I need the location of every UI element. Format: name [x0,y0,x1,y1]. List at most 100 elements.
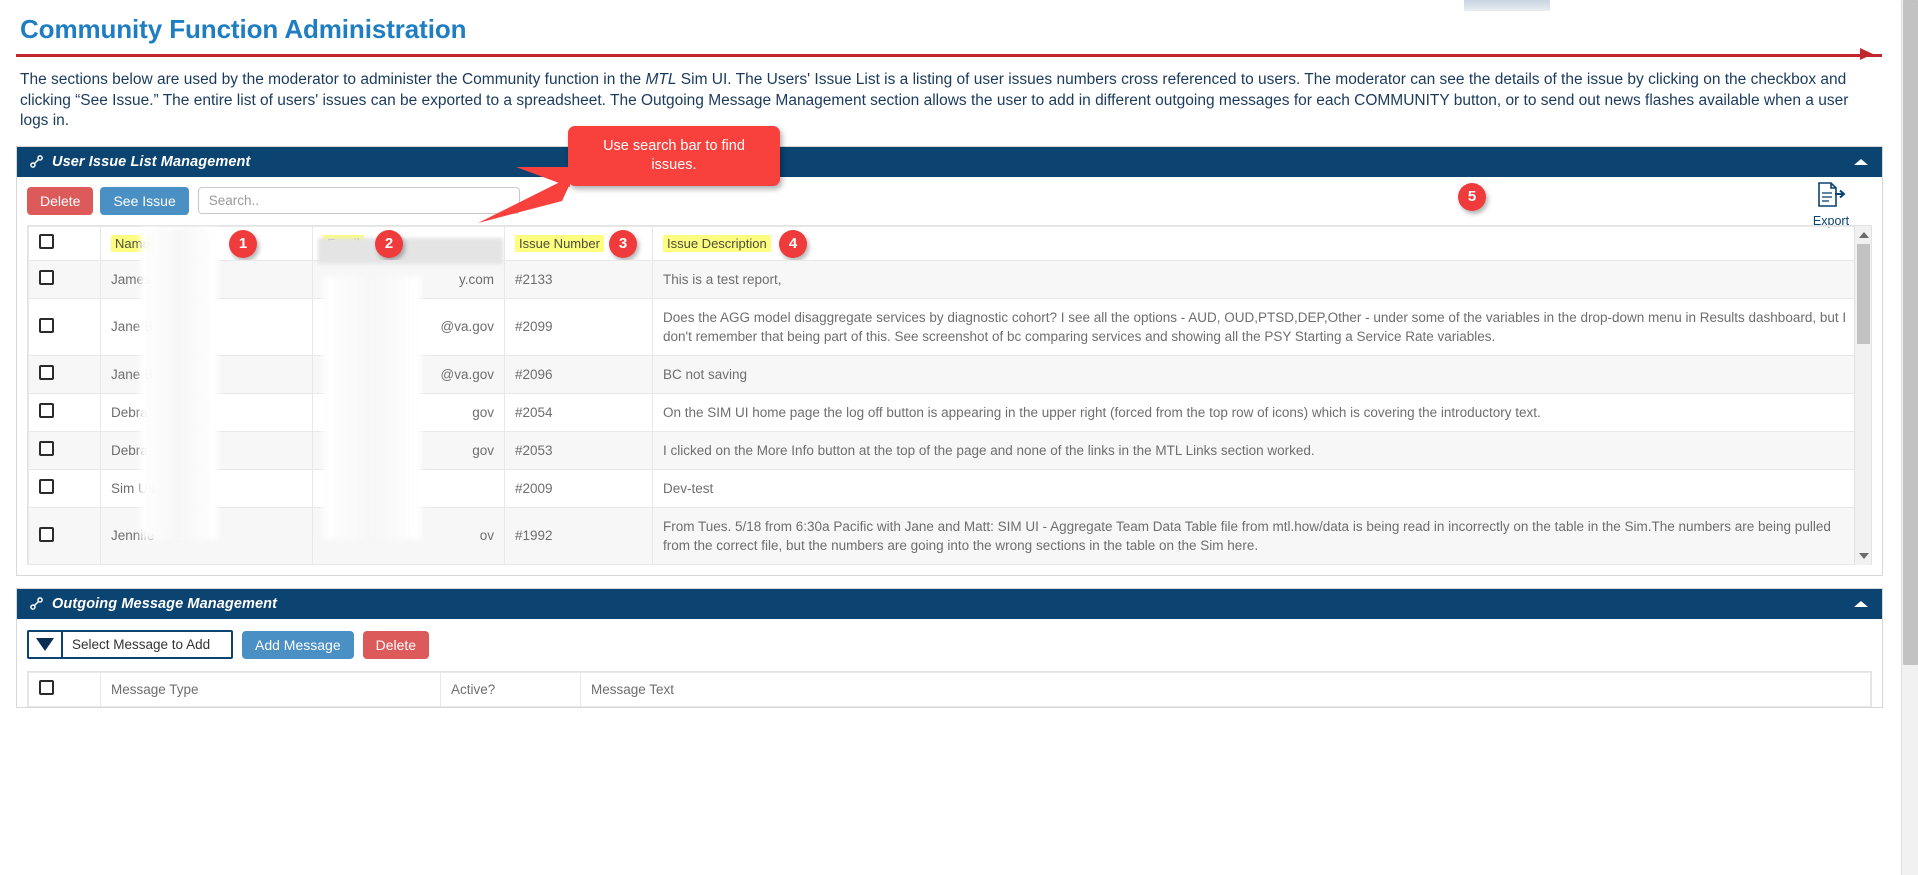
column-header-message-text[interactable]: Message Text [580,671,1871,707]
row-checkbox[interactable] [39,441,54,456]
issue-table: Name 1 Email 2 Issue Number 3 Issue Desc… [28,225,1871,565]
red-rule-arrowhead [1860,48,1873,60]
row-checkbox[interactable] [39,365,54,380]
user-issue-panel-title: User Issue List Management [52,153,251,170]
dropdown-arrow-wrap [29,632,63,657]
row-checkbox[interactable] [39,317,54,333]
scroll-up-arrow-icon[interactable] [1859,231,1869,238]
column-header-name[interactable]: Name 1 [100,225,313,261]
outgoing-message-panel-header: Outgoing Message Management [17,588,1882,619]
column-label-name: Name [111,234,154,252]
cell-name: Debra [100,430,313,470]
outgoing-message-collapse-chevron[interactable] [1854,600,1868,607]
column-header-email[interactable]: Email 2 [312,225,505,261]
title-divider [16,48,1885,61]
add-message-button[interactable]: Add Message [242,630,354,659]
issue-table-scroll-thumb[interactable] [1857,243,1870,344]
user-issue-panel-header: User Issue List Management [17,146,1882,177]
message-toolbar: Select Message to Add Add Message Delete [17,619,1882,671]
badge-1: 1 [229,229,257,258]
cell-issue-description: BC not saving [652,354,1871,394]
table-row[interactable]: Jennife ov #1992 From Tues. 5/18 from 6:… [28,506,1871,565]
cell-name: Jennife [100,506,313,565]
row-checkbox[interactable] [39,403,54,418]
message-table: Message Type Active? Message Text [28,671,1871,707]
cell-issue-number: #2054 [504,392,653,432]
top-decorative-box [1464,0,1550,11]
cell-issue-description: On the SIM UI home page the log off butt… [652,392,1871,432]
callout-tail [516,167,570,187]
badge-2: 2 [375,229,403,258]
delete-issue-button[interactable]: Delete [27,186,94,215]
row-checkbox[interactable] [39,479,54,494]
cell-email: @va.gov [312,354,505,394]
callout-text: Use search bar to find issues. [603,138,745,173]
column-header-issue-description[interactable]: Issue Description 4 [652,225,1871,261]
scroll-down-arrow-icon[interactable] [1859,552,1869,559]
cell-issue-number: #2096 [504,354,653,394]
intro-text-part1: The sections below are used by the moder… [20,71,646,88]
select-all-cell [28,225,101,261]
table-row[interactable]: Jane B @va.gov #2099 Does the AGG model … [28,297,1871,356]
page-scroll-thumb[interactable] [1903,0,1918,665]
select-message-dropdown[interactable]: Select Message to Add [27,630,233,659]
search-callout-bubble: Use search bar to find issues. [516,126,780,187]
column-header-issue-number[interactable]: Issue Number 3 [504,225,653,261]
see-issue-button[interactable]: See Issue [100,186,189,215]
column-header-active[interactable]: Active? [440,671,581,707]
page-root: Community Function Administration The se… [0,0,1901,875]
cell-issue-description: Dev-test [652,468,1871,508]
message-table-wrapper: Message Type Active? Message Text [27,670,1872,707]
row-checkbox-cell [28,392,101,432]
issue-table-scrollbar[interactable] [1854,225,1871,565]
select-all-checkbox[interactable] [39,234,54,249]
user-issue-collapse-chevron[interactable] [1854,158,1868,165]
user-issue-list-panel: User Issue List Management Delete See Is… [16,145,1883,576]
cell-issue-number: #1992 [504,506,653,565]
table-row[interactable]: James y.com #2133 This is a test report, [28,259,1871,299]
message-select-all-checkbox[interactable] [39,680,54,695]
page-title: Community Function Administration [20,14,467,44]
row-checkbox[interactable] [39,526,54,542]
select-message-label: Select Message to Add [72,637,211,652]
issue-table-header-row: Name 1 Email 2 Issue Number 3 Issue Desc… [28,225,1871,261]
cell-email [312,468,505,508]
page-scrollbar[interactable] [1901,0,1918,875]
delete-message-button[interactable]: Delete [362,630,430,659]
cell-issue-description: I clicked on the More Info button at the… [652,430,1871,470]
column-header-message-type[interactable]: Message Type [100,671,441,707]
row-checkbox[interactable] [39,270,54,285]
row-checkbox-cell [28,468,101,508]
search-input[interactable] [197,187,520,214]
issue-toolbar: Delete See Issue 5 Export [17,177,1882,228]
cell-email: gov [312,392,505,432]
cell-issue-number: #2009 [504,468,653,508]
badge-4: 4 [779,229,807,258]
table-row[interactable]: Jane B @va.gov #2096 BC not saving [28,354,1871,394]
message-table-header-row: Message Type Active? Message Text [28,671,1871,707]
triangle-down-icon [36,638,54,651]
cell-issue-description: This is a test report, [652,259,1871,299]
table-row[interactable]: Debra gov #2053 I clicked on the More In… [28,430,1871,470]
export-document-icon [1818,181,1846,207]
column-label-issue-description: Issue Description [663,234,771,252]
row-checkbox-cell [28,506,101,565]
cell-issue-number: #2099 [504,297,653,356]
intro-paragraph: The sections below are used by the moder… [14,70,1884,132]
link-icon [29,596,44,611]
intro-italic-mtl: MTL [645,71,677,88]
cell-email: y.com [312,259,505,299]
message-select-all-cell [28,671,101,707]
row-checkbox-cell [28,354,101,394]
row-checkbox-cell [28,259,101,299]
cell-issue-number: #2053 [504,430,653,470]
badge-5: 5 [1458,182,1486,211]
cell-email: ov [312,506,505,565]
export-button[interactable]: Export [1804,181,1858,228]
table-row[interactable]: Debra gov #2054 On the SIM UI home page … [28,392,1871,432]
outgoing-message-panel-title: Outgoing Message Management [52,595,278,612]
issue-table-wrapper: Name 1 Email 2 Issue Number 3 Issue Desc… [27,224,1872,565]
cell-issue-description: Does the AGG model disaggregate services… [652,297,1871,356]
table-row[interactable]: Sim Us #2009 Dev-test [28,468,1871,508]
issue-table-body: James y.com #2133 This is a test report,… [28,259,1871,565]
